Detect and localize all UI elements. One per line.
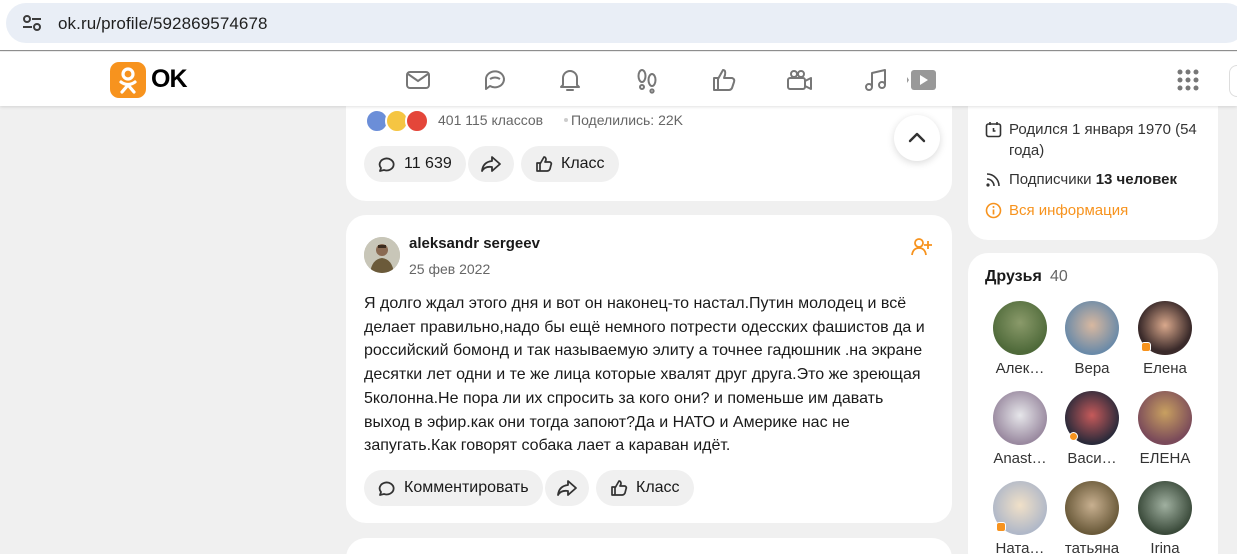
ok-badge-icon <box>1141 342 1151 352</box>
friend-name: Елена <box>1143 360 1187 377</box>
music-icon[interactable] <box>862 66 890 94</box>
reaction-rock-icon <box>405 109 429 133</box>
friend-avatar <box>1138 301 1192 355</box>
birthday-row: Родился 1 января 1970 (54 года) <box>985 119 1210 161</box>
post-text: Я долго ждал этого дня и вот он наконец-… <box>364 295 925 455</box>
comment-icon <box>378 157 395 172</box>
ok-badge-icon <box>996 522 1006 532</box>
subscribers-label: Подписчики <box>1009 171 1092 188</box>
marks-icon[interactable] <box>710 66 738 94</box>
class-label: Класс <box>561 155 605 172</box>
subscribers-text: Подписчики 13 человек <box>985 169 1210 190</box>
like-icon <box>611 480 628 496</box>
add-friend-icon[interactable] <box>911 236 933 258</box>
reaction-icons[interactable] <box>365 109 431 135</box>
class-label: Класс <box>636 479 680 496</box>
subscribers-value: 13 человек <box>1095 171 1177 188</box>
friend-item[interactable]: татьяна <box>1057 481 1127 554</box>
post-card-previous: 401 115 классов Поделились: 22K 11 639 К… <box>346 96 952 201</box>
friends-count[interactable]: 40 <box>1050 268 1068 286</box>
info-icon <box>985 202 1002 219</box>
friend-name: Irina <box>1150 540 1180 554</box>
online-indicator-icon <box>1069 432 1078 441</box>
friend-avatar <box>993 391 1047 445</box>
comment-icon <box>378 481 395 496</box>
site-settings-icon[interactable] <box>22 14 42 32</box>
author-name[interactable]: aleksandr sergeev <box>409 235 540 252</box>
apps-grid-icon[interactable] <box>1177 69 1199 91</box>
all-info-text: Вся информация <box>1009 202 1129 219</box>
friend-avatar <box>1138 481 1192 535</box>
friend-avatar <box>1065 301 1119 355</box>
like-icon <box>536 156 553 172</box>
friend-name: Anast… <box>993 450 1047 467</box>
calendar-icon <box>985 122 1002 138</box>
video-icon[interactable] <box>785 66 813 94</box>
friend-item[interactable]: ЕЛЕНА <box>1130 391 1200 467</box>
friend-name: Ната… <box>995 540 1045 554</box>
friend-item[interactable]: Ната… <box>985 481 1055 554</box>
scroll-up-button[interactable] <box>894 115 940 161</box>
games-icon[interactable] <box>907 66 937 94</box>
friend-avatar <box>993 301 1047 355</box>
friend-item[interactable]: Вера <box>1057 301 1127 377</box>
friend-avatar <box>1138 391 1192 445</box>
browser-address-bar: ok.ru/profile/592869574678 <box>0 0 1237 51</box>
comment-label: Комментировать <box>404 479 529 496</box>
logo-text[interactable]: OK <box>151 65 187 94</box>
comments-button[interactable]: 11 639 <box>364 146 466 182</box>
guests-icon[interactable] <box>633 66 661 94</box>
comments-count: 11 639 <box>404 155 452 172</box>
separator-dot <box>564 118 568 122</box>
all-info-link[interactable]: Вся информация <box>985 200 1128 221</box>
classes-count[interactable]: 401 115 классов <box>438 112 543 128</box>
friend-name: Алек… <box>995 360 1045 377</box>
friend-avatar <box>1065 391 1119 445</box>
post-date[interactable]: 25 фев 2022 <box>409 261 490 277</box>
comment-button[interactable]: Комментировать <box>364 470 543 506</box>
friend-name: Васи… <box>1067 450 1117 467</box>
user-menu-button[interactable] <box>1229 65 1237 97</box>
friend-item[interactable]: Irina <box>1130 481 1200 554</box>
url-field[interactable]: ok.ru/profile/592869574678 <box>6 3 1237 43</box>
friend-item[interactable]: Васи… <box>1057 391 1127 467</box>
friend-name: татьяна <box>1064 540 1120 554</box>
share-button[interactable] <box>468 146 514 182</box>
birthday-text: Родился 1 января 1970 (54 года) <box>1009 121 1197 159</box>
class-button[interactable]: Класс <box>521 146 619 182</box>
friend-name: ЕЛЕНА <box>1139 450 1191 467</box>
class-button[interactable]: Класс <box>596 470 694 506</box>
friends-title[interactable]: Друзья <box>985 268 1042 286</box>
chevron-up-icon <box>908 132 926 143</box>
friend-name: Вера <box>1074 360 1110 377</box>
friend-item[interactable]: Anast… <box>985 391 1055 467</box>
profile-info-card: Родился 1 января 1970 (54 года) Подписчи… <box>968 96 1218 240</box>
rss-icon <box>986 173 1000 187</box>
share-icon <box>481 156 501 172</box>
friend-item[interactable]: Алек… <box>985 301 1055 377</box>
subscribers-row[interactable]: Подписчики 13 человек <box>985 169 1210 190</box>
site-header: OK <box>0 52 1237 106</box>
ok-logo-icon[interactable] <box>110 62 146 98</box>
share-icon <box>557 480 577 496</box>
post-card: aleksandr sergeev 25 фев 2022 Я долго жд… <box>346 215 952 523</box>
notifications-icon[interactable] <box>556 66 584 94</box>
friend-avatar <box>993 481 1047 535</box>
discussions-icon[interactable] <box>481 66 509 94</box>
post-card-next <box>346 538 952 554</box>
url-text[interactable]: ok.ru/profile/592869574678 <box>58 14 268 34</box>
friend-item[interactable]: Елена <box>1130 301 1200 377</box>
messages-icon[interactable] <box>404 66 432 94</box>
author-avatar[interactable] <box>364 237 400 273</box>
friend-avatar <box>1065 481 1119 535</box>
shared-count[interactable]: Поделились: 22K <box>571 112 683 128</box>
share-button[interactable] <box>545 470 589 506</box>
friends-card: Друзья 40 Алек… Вера Елена Anast… Васи… … <box>968 253 1218 554</box>
